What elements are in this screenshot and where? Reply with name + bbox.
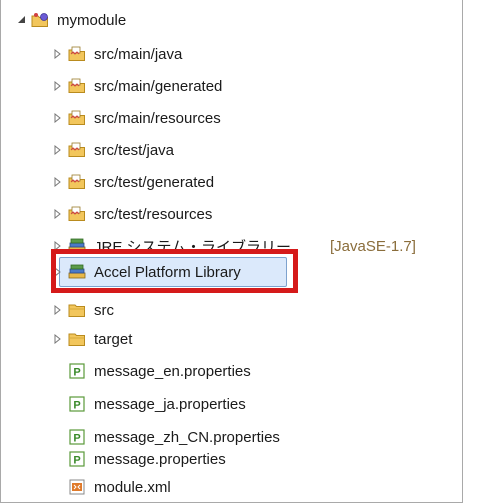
collapsed-triangle-icon[interactable] (52, 333, 64, 345)
expanded-triangle-icon[interactable] (16, 14, 28, 26)
collapsed-triangle-icon[interactable] (52, 208, 64, 220)
tree-item-src-main-java[interactable]: src/main/java (1, 38, 462, 70)
source-folder-icon (68, 109, 86, 127)
properties-file-icon: P (68, 362, 86, 380)
library-icon (68, 263, 86, 281)
tree-item-module-xml[interactable]: module.xml (1, 471, 462, 503)
tree-item-src-test-resources[interactable]: src/test/resources (1, 198, 462, 230)
tree-item-label: message_ja.properties (94, 395, 246, 413)
tree-item-src-main-generated[interactable]: src/main/generated (1, 70, 462, 102)
svg-text:P: P (73, 400, 80, 412)
collapsed-triangle-icon[interactable] (52, 304, 64, 316)
tree-item-label: src/test/resources (94, 205, 213, 223)
svg-text:P: P (73, 367, 80, 379)
tree-item-message-en-properties[interactable]: P message_en.properties (1, 355, 462, 387)
source-folder-icon (68, 173, 86, 191)
tree-item-label: target (94, 330, 133, 348)
tree-item-label: mymodule (57, 11, 127, 29)
source-folder-icon (68, 45, 86, 63)
project-folder-icon (31, 11, 49, 29)
collapsed-triangle-icon[interactable] (52, 240, 64, 252)
folder-icon (68, 301, 86, 319)
source-folder-icon (68, 77, 86, 95)
collapsed-triangle-icon[interactable] (52, 176, 64, 188)
properties-file-icon: P (68, 450, 86, 468)
tree-item-message-ja-properties[interactable]: P message_ja.properties (1, 388, 462, 420)
tree-item-label: Accel Platform Library (94, 263, 241, 281)
tree-item-label: src/main/generated (94, 77, 223, 95)
tree-item-decoration: [JavaSE-1.7] (330, 237, 416, 255)
library-icon (68, 237, 86, 255)
tree-item-target[interactable]: target (1, 323, 462, 355)
collapsed-triangle-icon[interactable] (52, 48, 64, 60)
tree-item-accel-platform-library[interactable]: Accel Platform Library (1, 256, 462, 288)
tree-item-label: src/main/java (94, 45, 183, 63)
tree-item-label: src/main/resources (94, 109, 221, 127)
tree-item-label: JRE システム・ライブラリー (94, 238, 292, 256)
source-folder-icon (68, 205, 86, 223)
tree-item-mymodule[interactable]: mymodule (1, 4, 462, 36)
tree-item-src[interactable]: src (1, 294, 462, 326)
tree-item-label: src (94, 301, 114, 319)
project-explorer-tree: mymodule src/main/java src/main/generate… (0, 0, 463, 503)
tree-item-label: src/test/generated (94, 173, 215, 191)
tree-item-label: message.properties (94, 450, 226, 468)
collapsed-triangle-icon[interactable] (52, 266, 64, 278)
tree-item-label: message_en.properties (94, 362, 251, 380)
folder-icon (68, 330, 86, 348)
source-folder-icon (68, 141, 86, 159)
tree-item-src-test-generated[interactable]: src/test/generated (1, 166, 462, 198)
collapsed-triangle-icon[interactable] (52, 144, 64, 156)
tree-item-src-test-java[interactable]: src/test/java (1, 134, 462, 166)
collapsed-triangle-icon[interactable] (52, 80, 64, 92)
tree-item-src-main-resources[interactable]: src/main/resources (1, 102, 462, 134)
tree-item-label: src/test/java (94, 141, 175, 159)
properties-file-icon: P (68, 395, 86, 413)
xml-file-icon (68, 478, 86, 496)
tree-item-label: module.xml (94, 478, 171, 496)
svg-text:P: P (73, 455, 80, 467)
collapsed-triangle-icon[interactable] (52, 112, 64, 124)
